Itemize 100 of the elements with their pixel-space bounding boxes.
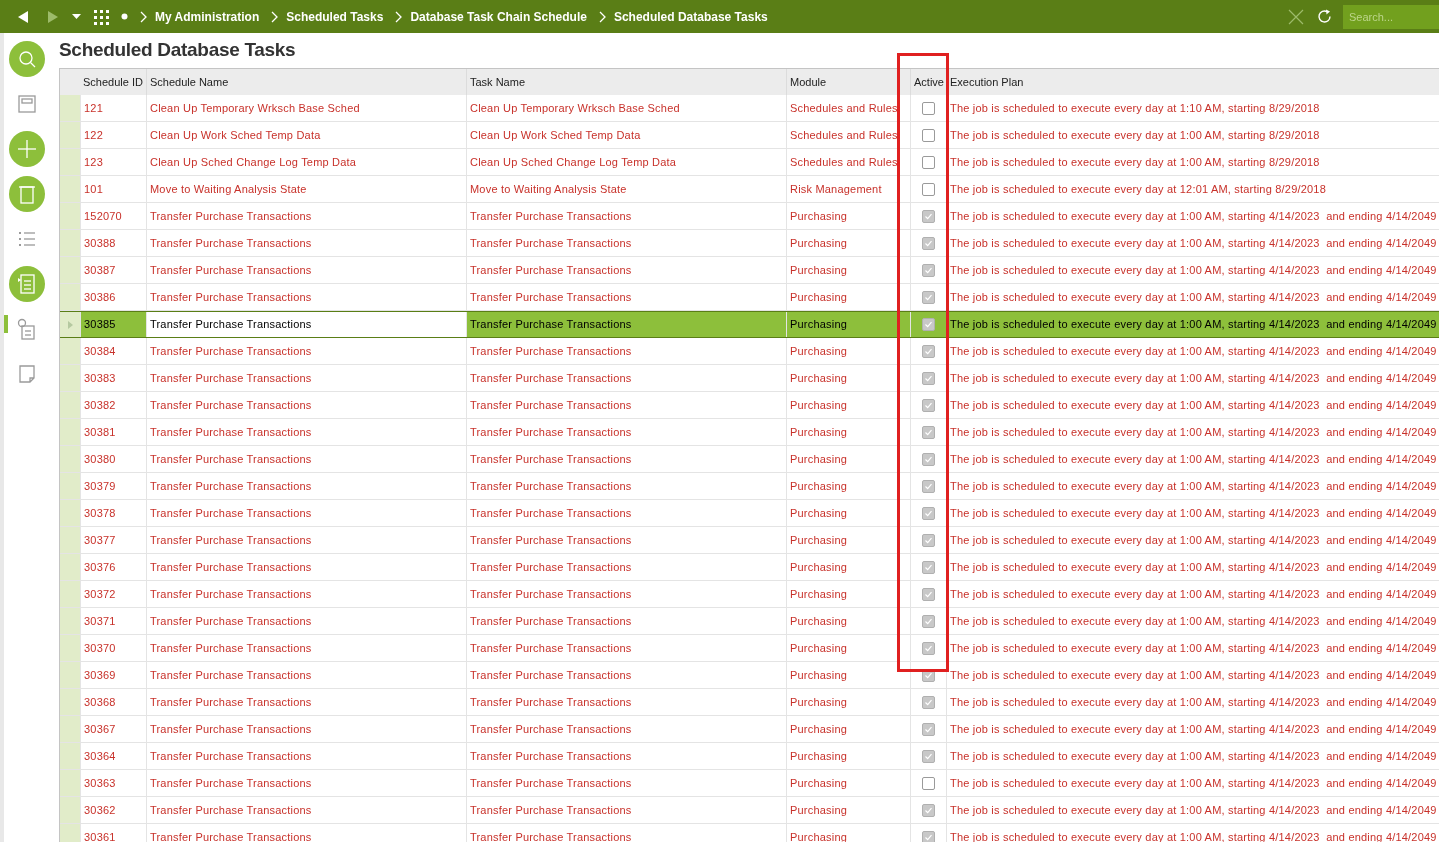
table-row[interactable]: 30388 Transfer Purchase Transactions Transfer Purchase Transactions Purchasing The job is scheduled to execute every day at 1:00 AM, starting 4/14/2023 and ending 4/14/2049 — [60, 230, 1439, 257]
table-row[interactable]: 30377 Transfer Purchase Transactions Transfer Purchase Transactions Purchasing The job is scheduled to execute every day at 1:00 AM, starting 4/14/2023 and ending 4/14/2049 — [60, 527, 1439, 554]
table-cell: 30388 — [80, 230, 146, 256]
active-checkbox[interactable] — [922, 506, 935, 520]
table-cell: 30381 — [80, 419, 146, 445]
check-icon — [924, 535, 933, 545]
table-cell: Purchasing — [786, 662, 910, 688]
table-cell: 30371 — [80, 608, 146, 634]
active-checkbox[interactable] — [922, 344, 935, 358]
app-grid-icon[interactable] — [93, 8, 109, 25]
active-checkbox[interactable] — [922, 830, 935, 842]
active-checkbox[interactable] — [922, 803, 935, 817]
active-checkbox[interactable] — [922, 182, 935, 196]
save-icon — [15, 92, 39, 116]
active-checkbox[interactable] — [922, 425, 935, 439]
table-cell: The job is scheduled to execute every day at 1:00 AM, starting 4/14/2023 and ending 4/14/2049 — [946, 797, 1439, 823]
active-checkbox[interactable] — [922, 209, 935, 223]
check-icon — [924, 265, 933, 275]
table-row[interactable]: 30379 Transfer Purchase Transactions Transfer Purchase Transactions Purchasing The job is scheduled to execute every day at 1:00 AM, starting 4/14/2023 and ending 4/14/2049 — [60, 473, 1439, 500]
table-row[interactable]: 30383 Transfer Purchase Transactions Transfer Purchase Transactions Purchasing The job is scheduled to execute every day at 1:00 AM, starting 4/14/2023 and ending 4/14/2049 — [60, 365, 1439, 392]
search-field[interactable]: Search... — [1343, 4, 1439, 29]
table-row[interactable]: 30363 Transfer Purchase Transactions Transfer Purchase Transactions Purchasing The job is scheduled to execute every day at 1:00 AM, starting 4/14/2023 and ending 4/14/2049 — [60, 770, 1439, 797]
table-row[interactable]: 30370 Transfer Purchase Transactions Transfer Purchase Transactions Purchasing The job is scheduled to execute every day at 1:00 AM, starting 4/14/2023 and ending 4/14/2049 — [60, 635, 1439, 662]
table-cell: Transfer Purchase Transactions — [146, 689, 466, 715]
forward-arrow-icon[interactable] — [46, 9, 60, 24]
table-cell: Transfer Purchase Transactions — [466, 500, 786, 526]
table-cell: The job is scheduled to execute every day at 1:00 AM, starting 4/14/2023 and ending 4/14/2049 — [946, 257, 1439, 283]
table-cell: The job is scheduled to execute every day at 1:00 AM, starting 4/14/2023 and ending 4/14/2049 — [946, 554, 1439, 580]
table-cell: Transfer Purchase Transactions — [146, 581, 466, 607]
table-cell: Clean Up Work Sched Temp Data — [146, 122, 466, 148]
active-checkbox[interactable] — [922, 776, 935, 790]
table-cell: 30386 — [80, 284, 146, 310]
active-checkbox[interactable] — [922, 371, 935, 385]
breadcrumb-link[interactable]: Database Task Chain Schedule — [410, 7, 587, 26]
table-row[interactable]: 30380 Transfer Purchase Transactions Transfer Purchase Transactions Purchasing The job is scheduled to execute every day at 1:00 AM, starting 4/14/2023 and ending 4/14/2049 — [60, 446, 1439, 473]
row-gutter[interactable] — [60, 312, 80, 337]
table-row[interactable]: 30381 Transfer Purchase Transactions Transfer Purchase Transactions Purchasing The job is scheduled to execute every day at 1:00 AM, starting 4/14/2023 and ending 4/14/2049 — [60, 419, 1439, 446]
table-cell: Transfer Purchase Transactions — [146, 203, 466, 229]
table-cell: The job is scheduled to execute every day at 1:00 AM, starting 4/14/2023 and ending 4/14/2049 — [946, 770, 1439, 796]
active-checkbox[interactable] — [922, 318, 935, 331]
table-row[interactable]: 30369 Transfer Purchase Transactions Transfer Purchase Transactions Purchasing The job is scheduled to execute every day at 1:00 AM, starting 4/14/2023 and ending 4/14/2049 — [60, 662, 1439, 689]
check-icon — [924, 373, 933, 383]
table-row[interactable]: 30378 Transfer Purchase Transactions Transfer Purchase Transactions Purchasing The job is scheduled to execute every day at 1:00 AM, starting 4/14/2023 and ending 4/14/2049 — [60, 500, 1439, 527]
check-icon — [924, 643, 933, 653]
active-checkbox[interactable] — [922, 587, 935, 601]
table-row[interactable]: 30385 Transfer Purchase Transactions Transfer Purchase Transactions Purchasing The job is scheduled to execute every day at 1:00 AM, starting 4/14/2023 and ending 4/14/2049 — [60, 311, 1439, 338]
table-row[interactable]: 30371 Transfer Purchase Transactions Transfer Purchase Transactions Purchasing The job is scheduled to execute every day at 1:00 AM, starting 4/14/2023 and ending 4/14/2049 — [60, 608, 1439, 635]
table-row[interactable]: 101 Move to Waiting Analysis State Move to Waiting Analysis State Risk Management The job is scheduled to execute every day at 12:01 AM, starting 8/29/2018 — [60, 176, 1439, 203]
active-checkbox[interactable] — [922, 128, 935, 142]
table-row[interactable]: 30384 Transfer Purchase Transactions Transfer Purchase Transactions Purchasing The job is scheduled to execute every day at 1:00 AM, starting 4/14/2023 and ending 4/14/2049 — [60, 338, 1439, 365]
table-cell: 30369 — [80, 662, 146, 688]
table-row[interactable]: 30387 Transfer Purchase Transactions Transfer Purchase Transactions Purchasing The job is scheduled to execute every day at 1:00 AM, starting 4/14/2023 and ending 4/14/2049 — [60, 257, 1439, 284]
active-checkbox[interactable] — [922, 533, 935, 547]
active-checkbox[interactable] — [922, 614, 935, 628]
active-checkbox[interactable] — [922, 290, 935, 304]
table-row[interactable]: 30382 Transfer Purchase Transactions Transfer Purchase Transactions Purchasing The job is scheduled to execute every day at 1:00 AM, starting 4/14/2023 and ending 4/14/2049 — [60, 392, 1439, 419]
table-row[interactable]: 30367 Transfer Purchase Transactions Transfer Purchase Transactions Purchasing The job is scheduled to execute every day at 1:00 AM, starting 4/14/2023 and ending 4/14/2049 — [60, 716, 1439, 743]
active-checkbox[interactable] — [922, 398, 935, 412]
table-cell: Purchasing — [786, 797, 910, 823]
table-cell: Transfer Purchase Transactions — [466, 797, 786, 823]
active-checkbox[interactable] — [922, 263, 935, 277]
active-checkbox[interactable] — [922, 236, 935, 250]
table-row[interactable]: 30368 Transfer Purchase Transactions Transfer Purchase Transactions Purchasing The job is scheduled to execute every day at 1:00 AM, starting 4/14/2023 and ending 4/14/2049 — [60, 689, 1439, 716]
table-cell: Transfer Purchase Transactions — [146, 257, 466, 283]
table-cell: Purchasing — [786, 743, 910, 769]
active-checkbox[interactable] — [922, 560, 935, 574]
refresh-icon[interactable] — [1316, 8, 1333, 25]
table-cell: Transfer Purchase Transactions — [146, 608, 466, 634]
close-icon[interactable] — [1288, 8, 1304, 25]
table-cell: The job is scheduled to execute every day at 1:00 AM, starting 4/14/2023 and ending 4/14/2049 — [946, 500, 1439, 526]
active-checkbox[interactable] — [922, 641, 935, 655]
check-icon — [924, 616, 933, 626]
breadcrumb-link[interactable]: My Administration — [155, 7, 260, 26]
table-row[interactable]: 30372 Transfer Purchase Transactions Transfer Purchase Transactions Purchasing The job is scheduled to execute every day at 1:00 AM, starting 4/14/2023 and ending 4/14/2049 — [60, 581, 1439, 608]
active-checkbox[interactable] — [922, 452, 935, 466]
table-row[interactable]: 30364 Transfer Purchase Transactions Transfer Purchase Transactions Purchasing The job is scheduled to execute every day at 1:00 AM, starting 4/14/2023 and ending 4/14/2049 — [60, 743, 1439, 770]
table-cell: Transfer Purchase Transactions — [146, 797, 466, 823]
table-row[interactable]: 30376 Transfer Purchase Transactions Transfer Purchase Transactions Purchasing The job is scheduled to execute every day at 1:00 AM, starting 4/14/2023 and ending 4/14/2049 — [60, 554, 1439, 581]
table-cell: Move to Waiting Analysis State — [466, 176, 786, 202]
breadcrumb-link[interactable]: Scheduled Database Tasks — [613, 7, 768, 26]
check-icon — [924, 724, 933, 734]
table-row[interactable]: 30362 Transfer Purchase Transactions Transfer Purchase Transactions Purchasing The job is scheduled to execute every day at 1:00 AM, starting 4/14/2023 and ending 4/14/2049 — [60, 797, 1439, 824]
table-cell: Transfer Purchase Transactions — [146, 554, 466, 580]
table-row[interactable]: 123 Clean Up Sched Change Log Temp Data Clean Up Sched Change Log Temp Data Schedules and Rules The job is scheduled to execute every day at 1:00 AM, starting 8/29/2018 — [60, 149, 1439, 176]
table-row[interactable]: 121 Clean Up Temporary Wrksch Base Sched Clean Up Temporary Wrksch Base Sched Schedules and Rules The job is scheduled to execute every day at 1:10 AM, starting 8/29/2018 — [60, 95, 1439, 122]
active-checkbox[interactable] — [922, 101, 935, 115]
dropdown-caret-icon[interactable] — [72, 13, 81, 20]
table-row[interactable]: 152070 Transfer Purchase Transactions Transfer Purchase Transactions Purchasing The job is scheduled to execute every day at 1:00 AM, starting 4/14/2023 and ending 4/14/2049 — [60, 203, 1439, 230]
active-checkbox[interactable] — [922, 749, 935, 763]
active-checkbox[interactable] — [922, 695, 935, 709]
dot-icon[interactable] — [121, 13, 128, 20]
active-checkbox[interactable] — [922, 722, 935, 736]
active-checkbox[interactable] — [922, 155, 935, 169]
table-row[interactable]: 122 Clean Up Work Sched Temp Data Clean Up Work Sched Temp Data Schedules and Rules The job is scheduled to execute every day at 1:00 AM, starting 8/29/2018 — [60, 122, 1439, 149]
column-header[interactable]: Schedule ID — [80, 69, 146, 95]
back-arrow-icon[interactable] — [16, 9, 30, 24]
breadcrumb-link[interactable]: Scheduled Tasks — [286, 7, 384, 26]
table-cell: Transfer Purchase Transactions — [466, 446, 786, 472]
table-row[interactable]: 30386 Transfer Purchase Transactions Transfer Purchase Transactions Purchasing The job is scheduled to execute every day at 1:00 AM, starting 4/14/2023 and ending 4/14/2049 — [60, 284, 1439, 311]
active-checkbox[interactable] — [922, 479, 935, 493]
